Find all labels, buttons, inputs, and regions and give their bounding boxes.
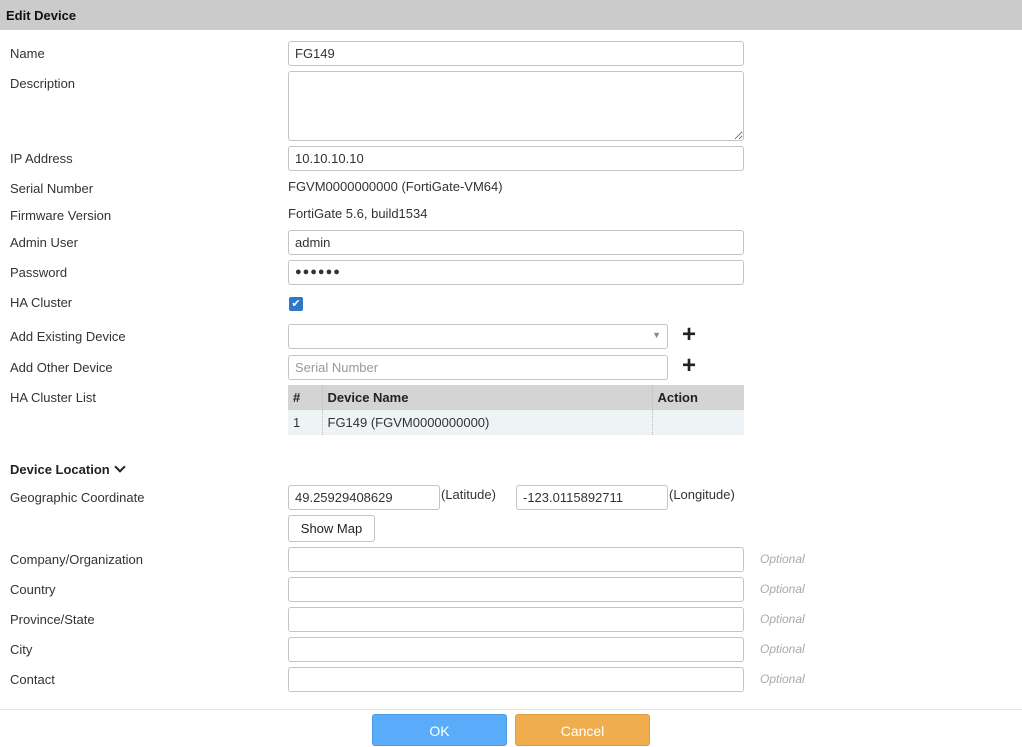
contact-label: Contact [10,672,55,687]
col-number[interactable]: # [288,385,322,410]
add-other-label: Add Other Device [10,360,113,375]
add-existing-label: Add Existing Device [10,329,126,344]
name-label: Name [10,46,45,61]
add-other-plus-icon[interactable]: + [682,354,696,378]
device-location-toggle[interactable]: Device Location [10,461,126,477]
country-label: Country [10,582,56,597]
ha-cluster-label: HA Cluster [10,295,73,310]
city-input[interactable] [288,637,744,662]
optional-hint: Optional [760,642,805,656]
chevron-down-icon [114,461,126,473]
password-input[interactable]: ●●●●●● [288,260,744,285]
table-row: 1 FG149 (FGVM0000000000) [288,410,744,435]
optional-hint: Optional [760,582,805,596]
optional-hint: Optional [760,672,805,686]
ha-list-label: HA Cluster List [10,390,96,405]
description-label: Description [10,76,76,91]
company-label: Company/Organization [10,552,143,567]
contact-input[interactable] [288,667,744,692]
country-input[interactable] [288,577,744,602]
ok-button[interactable]: OK [372,714,507,746]
admin-input[interactable] [288,230,744,255]
geo-label: Geographic Coordinate [10,490,145,505]
add-existing-select[interactable]: ▼ [288,324,668,349]
company-input[interactable] [288,547,744,572]
serial-label: Serial Number [10,181,94,196]
col-action[interactable]: Action [651,385,744,410]
serial-number-input[interactable] [288,355,668,380]
dialog-title: Edit Device [0,0,1022,30]
name-input[interactable] [288,41,744,66]
description-textarea[interactable] [288,71,744,141]
ip-input[interactable] [288,146,744,171]
optional-hint: Optional [760,552,805,566]
latitude-input[interactable] [288,485,440,510]
cancel-button[interactable]: Cancel [515,714,650,746]
password-label: Password [10,265,68,280]
firmware-label: Firmware Version [10,208,112,223]
ip-label: IP Address [10,151,73,166]
add-existing-plus-icon[interactable]: + [682,323,696,347]
col-device-name[interactable]: Device Name [321,385,652,410]
chevron-down-icon: ▼ [652,330,661,340]
province-label: Province/State [10,612,95,627]
longitude-input[interactable] [516,485,668,510]
footer-divider [0,709,1022,710]
serial-value: FGVM0000000000 (FortiGate-VM64) [288,179,503,194]
longitude-label: (Longitude) [669,487,735,502]
latitude-label: (Latitude) [441,487,496,502]
ha-cluster-checkbox[interactable]: ✔ [289,297,303,311]
firmware-value: FortiGate 5.6, build1534 [288,206,428,221]
province-input[interactable] [288,607,744,632]
city-label: City [10,642,33,657]
admin-label: Admin User [10,235,78,250]
show-map-button[interactable]: Show Map [288,515,375,542]
ha-cluster-table: # Device Name Action 1 FG149 (FGVM000000000… [288,385,744,435]
optional-hint: Optional [760,612,805,626]
